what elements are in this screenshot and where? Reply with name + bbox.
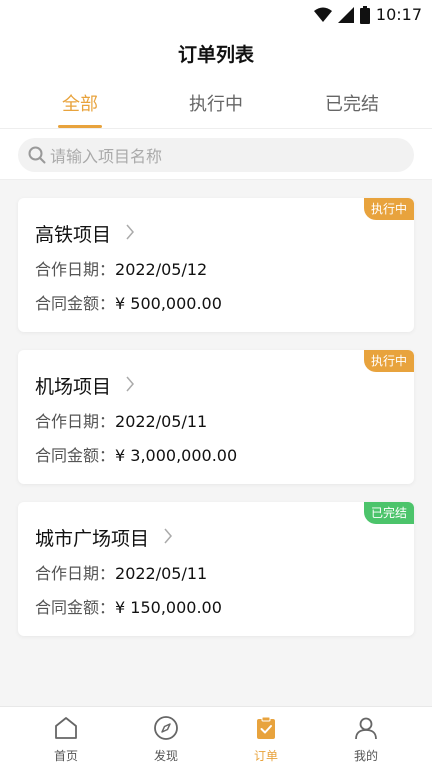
tab-all[interactable]: 全部 [20, 90, 140, 116]
nav-discover-label: 发现 [153, 749, 178, 763]
search-input[interactable]: 请输入项目名称 [18, 138, 414, 172]
chevron-right-icon [164, 528, 172, 544]
cooperation-date: 合作日期：2022/05/11 [35, 408, 207, 432]
cooperation-date: 合作日期：2022/05/12 [35, 256, 207, 280]
date-value: 2022/05/11 [115, 564, 208, 583]
contract-amount: 合同金额：¥ 500,000.00 [35, 290, 222, 314]
chevron-right-icon [126, 224, 134, 240]
status-bar: 10:17 [0, 0, 432, 30]
status-time: 10:17 [375, 5, 422, 24]
project-name: 城市广场项目 [35, 528, 150, 550]
wifi-icon [313, 7, 332, 22]
bottom-nav: 首页 发现 订单 我的 [0, 706, 432, 768]
clipboard-check-icon [257, 716, 275, 739]
user-icon [355, 717, 377, 740]
nav-home-label: 首页 [53, 749, 78, 763]
search-icon [28, 146, 46, 164]
status-badge: 执行中 [363, 350, 414, 372]
amount-label: 合同金额： [35, 598, 116, 617]
tab-completed[interactable]: 已完结 [292, 90, 412, 116]
amount-label: 合同金额： [35, 294, 116, 313]
tab-in-progress[interactable]: 执行中 [156, 90, 276, 116]
date-label: 合作日期： [35, 564, 116, 583]
nav-orders-label: 订单 [253, 749, 278, 763]
date-label: 合作日期： [35, 412, 116, 431]
amount-value: ¥ 3,000,000.00 [115, 446, 238, 465]
chevron-right-icon [126, 376, 134, 392]
nav-home[interactable]: 首页 [26, 715, 106, 764]
page-title: 订单列表 [177, 44, 254, 66]
contract-amount: 合同金额：¥ 3,000,000.00 [35, 442, 237, 466]
status-badge: 执行中 [363, 198, 414, 220]
nav-profile[interactable]: 我的 [326, 715, 406, 764]
order-card[interactable]: 执行中 高铁项目 合作日期：2022/05/12 合同金额：¥ 500,000.… [18, 198, 414, 332]
tab-bar: 全部 执行中 已完结 [0, 90, 432, 130]
nav-profile-label: 我的 [353, 749, 378, 763]
amount-label: 合同金额： [35, 446, 116, 465]
cooperation-date: 合作日期：2022/05/11 [35, 560, 207, 584]
project-name: 高铁项目 [35, 224, 112, 246]
date-value: 2022/05/11 [115, 412, 208, 431]
signal-icon [337, 6, 354, 23]
amount-value: ¥ 150,000.00 [115, 598, 222, 617]
top-section: 10:17 订单列表 全部 执行中 已完结 请输入项目名称 [0, 0, 432, 180]
battery-icon [359, 5, 370, 24]
divider [0, 128, 432, 129]
order-card[interactable]: 执行中 机场项目 合作日期：2022/05/11 合同金额：¥ 3,000,00… [18, 350, 414, 484]
home-icon [55, 717, 77, 739]
project-name: 机场项目 [35, 376, 112, 398]
nav-orders[interactable]: 订单 [226, 715, 306, 764]
date-value: 2022/05/12 [115, 260, 208, 279]
order-card[interactable]: 已完结 城市广场项目 合作日期：2022/05/11 合同金额：¥ 150,00… [18, 502, 414, 636]
search-placeholder: 请输入项目名称 [50, 147, 163, 166]
nav-discover[interactable]: 发现 [126, 715, 206, 764]
contract-amount: 合同金额：¥ 150,000.00 [35, 594, 222, 618]
divider [0, 179, 432, 180]
status-badge: 已完结 [363, 502, 414, 524]
compass-icon [154, 716, 178, 740]
date-label: 合作日期： [35, 260, 116, 279]
amount-value: ¥ 500,000.00 [115, 294, 222, 313]
